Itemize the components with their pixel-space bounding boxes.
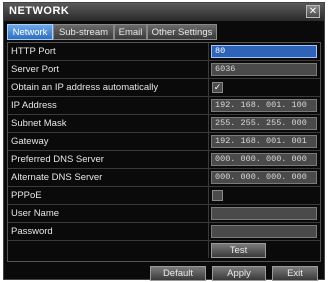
tab-network[interactable]: Network (7, 24, 53, 40)
gateway-label: Gateway (11, 136, 49, 147)
alternate-dns-input[interactable]: 000. 000. 000. 000 (211, 171, 317, 184)
row-divider (208, 151, 209, 168)
row-subnet-mask: Subnet Mask 255. 255. 255. 000 (8, 115, 320, 133)
row-divider (208, 115, 209, 132)
row-ip-address: IP Address 192. 168. 001. 100 (8, 97, 320, 115)
settings-panel: HTTP Port 80 Server Port 6036 Obtain an … (7, 42, 321, 262)
exit-button[interactable]: Exit (272, 266, 318, 281)
row-divider (208, 223, 209, 240)
row-divider (208, 79, 209, 96)
row-obtain-ip-auto: Obtain an IP address automatically ✓ (8, 79, 320, 97)
row-alternate-dns: Alternate DNS Server 000. 000. 000. 000 (8, 169, 320, 187)
password-input[interactable] (211, 225, 317, 238)
row-gateway: Gateway 192. 168. 001. 001 (8, 133, 320, 151)
password-label: Password (11, 226, 53, 237)
tab-sub-stream[interactable]: Sub-stream (53, 24, 114, 40)
test-button[interactable]: Test (211, 243, 266, 258)
row-server-port: Server Port 6036 (8, 61, 320, 79)
tab-other-settings[interactable]: Other Settings (147, 24, 217, 40)
row-preferred-dns: Preferred DNS Server 000. 000. 000. 000 (8, 151, 320, 169)
row-http-port: HTTP Port 80 (8, 43, 320, 61)
row-divider (208, 241, 209, 258)
user-name-input[interactable] (211, 207, 317, 220)
row-user-name: User Name (8, 205, 320, 223)
subnet-mask-label: Subnet Mask (11, 118, 67, 129)
ip-address-label: IP Address (11, 100, 57, 111)
preferred-dns-label: Preferred DNS Server (11, 154, 104, 165)
row-divider (208, 133, 209, 150)
http-port-label: HTTP Port (11, 46, 56, 57)
http-port-input[interactable]: 80 (211, 45, 317, 58)
row-pppoe: PPPoE (8, 187, 320, 205)
subnet-mask-input[interactable]: 255. 255. 255. 000 (211, 117, 317, 130)
row-password: Password (8, 223, 320, 241)
gateway-input[interactable]: 192. 168. 001. 001 (211, 135, 317, 148)
title-bar: NETWORK ✕ (4, 3, 324, 21)
alternate-dns-label: Alternate DNS Server (11, 172, 103, 183)
server-port-label: Server Port (11, 64, 60, 75)
obtain-ip-auto-checkbox[interactable]: ✓ (212, 82, 223, 93)
row-test: Test (8, 241, 320, 259)
server-port-input[interactable]: 6036 (211, 63, 317, 76)
preferred-dns-input[interactable]: 000. 000. 000. 000 (211, 153, 317, 166)
pppoe-checkbox[interactable] (212, 190, 223, 201)
row-divider (208, 97, 209, 114)
obtain-ip-auto-label: Obtain an IP address automatically (11, 82, 159, 93)
pppoe-label: PPPoE (11, 190, 42, 201)
row-divider (208, 43, 209, 60)
default-button[interactable]: Default (150, 266, 206, 281)
row-divider (208, 205, 209, 222)
tab-email[interactable]: Email (114, 24, 147, 40)
apply-button[interactable]: Apply (212, 266, 266, 281)
window-title: NETWORK (9, 5, 70, 17)
ip-address-input[interactable]: 192. 168. 001. 100 (211, 99, 317, 112)
row-divider (208, 61, 209, 78)
row-divider (208, 187, 209, 204)
network-settings-window: NETWORK ✕ Network Sub-stream Email Other… (3, 2, 325, 281)
user-name-label: User Name (11, 208, 60, 219)
row-divider (208, 169, 209, 186)
close-icon[interactable]: ✕ (306, 5, 320, 18)
